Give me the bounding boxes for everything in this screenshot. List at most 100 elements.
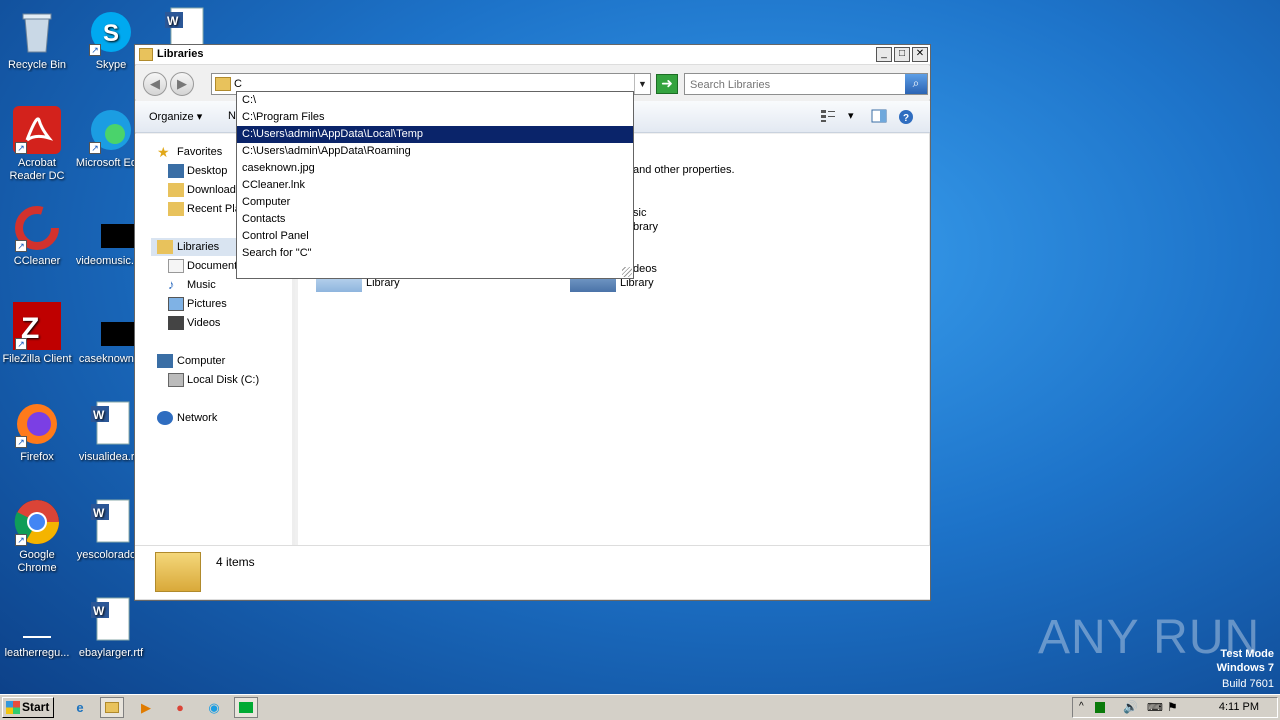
media-player-icon[interactable]: ▶ [134,697,158,718]
downloads-icon [168,183,184,197]
desktop-icon-label: ebaylarger.rtf [78,647,144,659]
desktop-icon-label: FileZilla Client [2,353,72,365]
autocomplete-item[interactable]: caseknown.jpg [237,160,633,177]
clock[interactable]: 4:11 PM [1219,701,1259,713]
preview-pane-icon[interactable] [871,109,887,123]
nav-libraries[interactable]: Libraries [177,241,219,253]
svg-text:W: W [93,604,105,618]
edge-icon: ↗ [87,106,135,154]
desktop-icon-leatherregu[interactable]: leatherregu... [0,596,74,660]
nav-videos[interactable]: Videos [187,317,220,329]
nav-downloads[interactable]: Downloads [187,184,241,196]
chrome-icon: ↗ [13,498,61,546]
videos-icon [168,316,184,330]
item-count: 4 items [216,555,255,569]
desktop-icon-firefox[interactable]: ↗ Firefox [0,400,74,464]
maximize-button[interactable]: □ [894,47,910,62]
flag-icon[interactable]: ⚑ [1167,700,1178,714]
close-button[interactable]: ✕ [912,47,928,62]
view-dropdown-icon[interactable]: ▾ [848,109,854,122]
nav-network[interactable]: Network [177,412,217,424]
new-library-button[interactable]: N [228,110,236,122]
music-icon: ♪ [168,277,175,292]
autocomplete-item[interactable]: Computer [237,194,633,211]
ie-icon[interactable]: e [68,697,92,718]
nav-favorites[interactable]: Favorites [177,146,222,158]
chevron-down-icon[interactable]: ▼ [634,74,650,94]
svg-text:W: W [93,506,105,520]
forward-button[interactable]: ▶ [170,72,194,96]
desktop-icon [168,164,184,178]
shortcut-arrow-icon: ↗ [15,436,27,448]
terminal-icon[interactable] [234,697,258,718]
search-input[interactable] [690,77,900,92]
search-box[interactable]: ⌕ [684,73,928,95]
network-status-icon[interactable] [1095,702,1105,713]
svg-text:W: W [167,14,179,28]
resize-grip-icon[interactable] [622,267,632,277]
keyboard-icon[interactable]: ⌨ [1147,701,1163,714]
desktop-icon-filezilla[interactable]: Z ↗ FileZilla Client [0,302,74,366]
music-library-name[interactable]: sic [633,207,646,219]
autocomplete-item[interactable]: Contacts [237,211,633,228]
help-icon[interactable]: ? [898,109,914,124]
documents-icon [168,259,184,273]
nav-computer[interactable]: Computer [177,355,225,367]
desktop-icon-label: leatherregu... [4,647,70,659]
nav-pictures[interactable]: Pictures [187,298,227,310]
title-bar[interactable]: Libraries _ □ ✕ [135,45,930,65]
word-document-icon: W [87,400,135,448]
star-icon: ★ [157,144,170,160]
skype-icon: S ↗ [87,8,135,56]
autocomplete-item[interactable]: C:\Users\admin\AppData\Roaming [237,143,633,160]
autocomplete-item[interactable]: C:\ [237,92,633,109]
go-button[interactable]: ➜ [656,74,678,94]
back-button[interactable]: ◀ [143,72,167,96]
nav-desktop[interactable]: Desktop [187,165,227,177]
windows-version-text: Windows 7 [1216,662,1274,674]
desktop-icon-label: Acrobat Reader DC [9,157,65,182]
word-document-icon: W [87,596,135,644]
address-input[interactable] [234,76,629,92]
local-disk-icon [168,373,184,387]
desktop-icon-chrome[interactable]: ↗ Google Chrome [0,498,74,575]
desktop-icon-label: Firefox [20,451,54,463]
desktop-icon-acrobat[interactable]: ↗ Acrobat Reader DC [0,106,74,183]
computer-icon [157,354,173,368]
black-file-icon [87,204,147,252]
autocomplete-item[interactable]: C:\Program Files [237,109,633,126]
chrome-taskbar-icon[interactable]: ● [168,697,192,718]
desktop-icon-recycle-bin[interactable]: Recycle Bin [0,8,74,72]
autocomplete-item[interactable]: Search for "C" [237,245,633,262]
autocomplete-item[interactable]: C:\Users\admin\AppData\Local\Temp [237,126,633,143]
search-icon[interactable]: ⌕ [905,74,927,94]
shortcut-arrow-icon: ↗ [15,534,27,546]
edge-taskbar-icon[interactable]: ◉ [202,697,226,718]
build-text: Build 7601 [1222,678,1274,690]
system-tray: ^ 🔊 ⌨ ⚑ 4:11 PM [1072,697,1278,718]
explorer-icon[interactable] [100,697,124,718]
nav-recent-places[interactable]: Recent Pla [187,203,241,215]
network-icon [157,411,173,425]
show-hidden-icons[interactable]: ^ [1079,701,1084,712]
change-view-icon[interactable] [820,109,836,123]
autocomplete-item[interactable]: CCleaner.lnk [237,177,633,194]
minimize-button[interactable]: _ [876,47,892,62]
shortcut-arrow-icon: ↗ [15,240,27,252]
acrobat-icon: ↗ [13,106,61,154]
organize-button[interactable]: Organize ▾ [149,110,202,123]
start-button[interactable]: Start [2,697,54,718]
nav-music[interactable]: Music [187,279,216,291]
desktop-icon-ccleaner[interactable]: ↗ CCleaner [0,204,74,268]
nav-local-disk[interactable]: Local Disk (C:) [187,374,259,386]
music-library-type: brary [633,221,659,233]
nav-documents[interactable]: Document [187,260,237,272]
volume-icon[interactable]: 🔊 [1123,700,1138,714]
libraries-large-icon [155,552,201,592]
firefox-icon: ↗ [13,400,61,448]
shortcut-arrow-icon: ↗ [15,338,27,350]
word-document-icon: W [87,498,135,546]
autocomplete-item[interactable]: Control Panel [237,228,633,245]
videos-library-name[interactable]: deos [633,263,657,275]
desktop-icon-ebaylarger[interactable]: W ebaylarger.rtf [74,596,148,660]
